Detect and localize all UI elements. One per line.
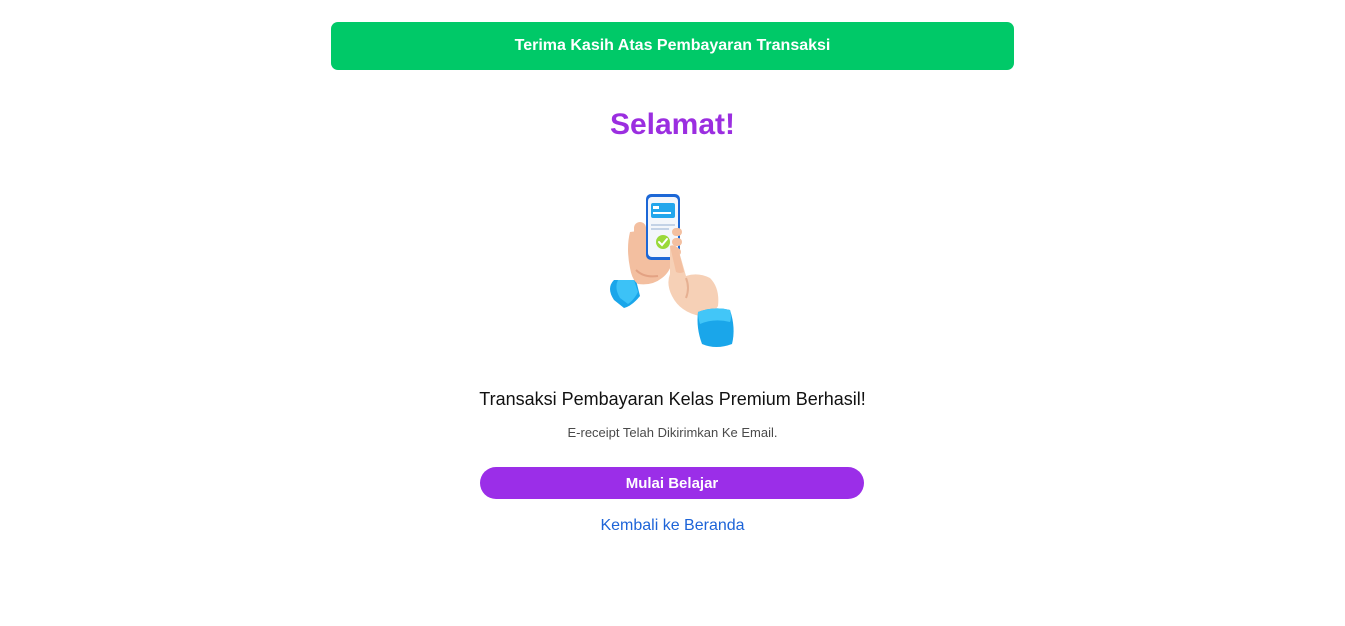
start-learning-button[interactable]: Mulai Belajar	[480, 467, 864, 499]
payment-success-page: Terima Kasih Atas Pembayaran Transaksi S…	[0, 0, 1345, 626]
back-to-home-link[interactable]: Kembali ke Beranda	[600, 517, 744, 534]
right-sleeve-cuff	[697, 308, 734, 347]
right-hand	[668, 245, 719, 316]
thank-you-banner: Terima Kasih Atas Pembayaran Transaksi	[331, 22, 1014, 70]
back-to-home-container: Kembali ke Beranda	[0, 517, 1345, 535]
page-title: Selamat!	[609, 108, 736, 141]
banner-text: Terima Kasih Atas Pembayaran Transaksi	[514, 37, 831, 54]
receipt-text: E-receipt Telah Dikirimkan Ke Email.	[567, 425, 778, 440]
left-sleeve-cuff	[610, 280, 640, 308]
hand-holding-phone-payment-success-icon	[610, 194, 734, 347]
success-heading: Transaksi Pembayaran Kelas Premium Berha…	[479, 389, 866, 409]
